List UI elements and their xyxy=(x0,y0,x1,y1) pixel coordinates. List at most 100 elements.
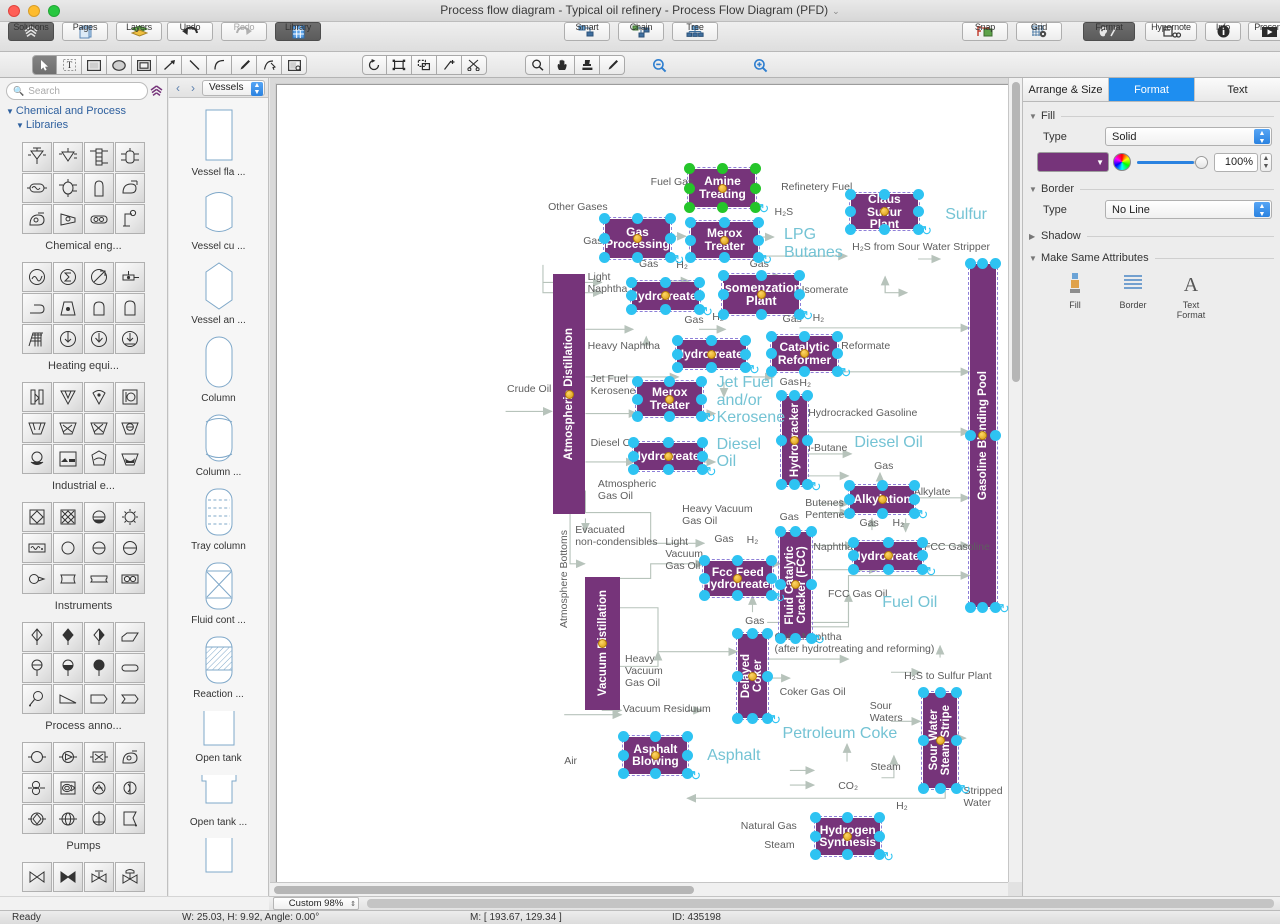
toolbar-pages-button[interactable]: Pages xyxy=(58,22,112,52)
stencil-icon-pentagon-unit[interactable] xyxy=(84,444,114,474)
selection-handle[interactable] xyxy=(682,750,693,761)
stencil-icon-pump-fan[interactable] xyxy=(84,773,114,803)
chevron-right-icon[interactable]: ▶ xyxy=(1029,232,1041,241)
diagram-page[interactable]: Amine Treating↻Gas Processing↻Merox Trea… xyxy=(276,84,1016,898)
stencil-icon-heater-down-1[interactable] xyxy=(53,324,83,354)
stencil-item-column-capped[interactable]: Column ... xyxy=(169,404,268,478)
toolbar-library-button[interactable]: Library xyxy=(271,22,325,52)
selection-handle[interactable] xyxy=(790,633,801,644)
node-anchor-icon[interactable] xyxy=(633,234,642,243)
stencil-icon-heater-arrow[interactable] xyxy=(84,262,114,292)
search-input[interactable]: 🔍 Search xyxy=(6,82,148,100)
zoom-level-select[interactable]: Custom 98% ⇕ xyxy=(273,897,359,910)
make-same-text-format-button[interactable]: A Text Format xyxy=(1169,272,1213,321)
stencil-grid[interactable] xyxy=(0,262,167,354)
stencil-icon-pump-spiral[interactable] xyxy=(53,773,83,803)
stencil-icon-pump-centrifugal[interactable] xyxy=(53,742,83,772)
fill-section-header[interactable]: ▼ Fill xyxy=(1023,108,1280,124)
selection-handle[interactable] xyxy=(694,290,705,301)
stencil-icon-instrument-double-circle[interactable] xyxy=(115,564,145,594)
utility-tools-group[interactable] xyxy=(525,55,625,75)
selection-handle[interactable] xyxy=(935,687,946,698)
tab-text[interactable]: Text xyxy=(1195,78,1280,101)
stencil-icon-heat-exchanger[interactable] xyxy=(22,173,52,203)
stencil-icon-valve-gate-filled[interactable] xyxy=(53,862,83,892)
stencil-item-open-tank[interactable]: Open tank xyxy=(169,700,268,764)
fill-type-select[interactable]: Solid ▲▼ xyxy=(1105,127,1272,146)
drawing-tools-group[interactable]: T xyxy=(32,55,307,75)
selection-handle[interactable] xyxy=(697,451,708,462)
rotate-handle-icon[interactable]: ↻ xyxy=(810,481,821,492)
stencil-icon-instrument-bowtie[interactable] xyxy=(53,564,83,594)
selection-handle[interactable] xyxy=(632,411,643,422)
stamp-tool-icon[interactable] xyxy=(575,55,600,75)
selection-handle[interactable] xyxy=(917,537,928,548)
stencil-icon-column[interactable] xyxy=(84,142,114,172)
toolbar-chain-button[interactable]: Chain xyxy=(614,22,668,52)
selection-handle[interactable] xyxy=(718,270,729,281)
selection-handle[interactable] xyxy=(599,233,610,244)
solutions-badge-icon[interactable] xyxy=(149,84,164,102)
stencil-icon-conveyor[interactable] xyxy=(53,444,83,474)
border-type-select[interactable]: No Line ▲▼ xyxy=(1105,200,1272,219)
selection-handle[interactable] xyxy=(802,435,813,446)
tab-format[interactable]: Format xyxy=(1109,78,1195,101)
selection-handle[interactable] xyxy=(685,235,696,246)
tab-arrange-and-size[interactable]: Arrange & Size xyxy=(1023,78,1109,101)
shape-hyperlink-tool-icon[interactable] xyxy=(282,55,307,75)
selection-handle[interactable] xyxy=(965,258,976,269)
sidebar-item-libraries[interactable]: ▼Libraries xyxy=(0,118,167,132)
stencil-grid[interactable] xyxy=(0,622,167,714)
selection-handle[interactable] xyxy=(732,671,743,682)
stencil-grid[interactable] xyxy=(0,742,167,834)
toolbar-redo-button[interactable]: Redo xyxy=(217,22,271,52)
stepper-icon[interactable]: ▲▼ xyxy=(251,82,263,96)
stencil-icon-anno-circle-line[interactable] xyxy=(22,653,52,683)
scrollbar-thumb[interactable] xyxy=(274,886,694,894)
title-chevron-icon[interactable]: ⌄ xyxy=(832,6,840,16)
pointer-tool-icon[interactable] xyxy=(32,55,57,75)
toolbar-solutions-button[interactable]: Solutions xyxy=(4,22,58,52)
selection-handle[interactable] xyxy=(717,202,728,213)
stencil-icon-cyclone[interactable] xyxy=(84,382,114,412)
rotate-handle-icon[interactable]: ↻ xyxy=(770,714,781,725)
scrollbar-thumb[interactable] xyxy=(1012,82,1020,382)
selection-handle[interactable] xyxy=(877,480,888,491)
stencil-icon-mill[interactable] xyxy=(22,444,52,474)
ungroup-tool-icon[interactable] xyxy=(412,55,437,75)
stencil-icon-instrument-sun[interactable] xyxy=(115,502,145,532)
selection-handle[interactable] xyxy=(879,224,890,235)
stencil-item-vessel-angled[interactable]: Vessel an ... xyxy=(169,252,268,326)
page-scroll-track[interactable] xyxy=(367,899,1274,908)
selection-handle[interactable] xyxy=(918,783,929,794)
stencil-icon-grid-heater[interactable] xyxy=(22,324,52,354)
stencil-icon-anno-magnifier[interactable] xyxy=(22,684,52,714)
stencil-icon-heater-wave[interactable] xyxy=(22,262,52,292)
selection-handle[interactable] xyxy=(794,270,805,281)
node-anchor-icon[interactable] xyxy=(878,495,887,504)
selection-handle[interactable] xyxy=(845,189,856,200)
stencil-icon-v-mixer[interactable] xyxy=(53,382,83,412)
curve-tool-icon[interactable] xyxy=(207,55,232,75)
stencil-icon-tank[interactable] xyxy=(84,173,114,203)
stencil-grid[interactable] xyxy=(0,862,167,892)
stencil-icon-valve-gate[interactable] xyxy=(22,862,52,892)
stencil-icon-anno-lozenge[interactable] xyxy=(115,622,145,652)
chevron-down-icon[interactable]: ▼ xyxy=(1029,112,1041,121)
selection-handle[interactable] xyxy=(618,750,629,761)
toolbar-smart-button[interactable]: Smart xyxy=(560,22,614,52)
node-anchor-icon[interactable] xyxy=(936,736,945,745)
node-anchor-icon[interactable] xyxy=(664,452,673,461)
diagram-node-vacdist[interactable]: Vacuum Distillation xyxy=(585,577,619,711)
selection-handle[interactable] xyxy=(918,735,929,746)
rotate-handle-icon[interactable]: ↻ xyxy=(999,603,1010,614)
stencil-grid[interactable] xyxy=(0,142,167,234)
rotate-tool-icon[interactable] xyxy=(362,55,387,75)
node-anchor-icon[interactable] xyxy=(748,672,757,681)
chevron-down-icon[interactable]: ▼ xyxy=(1029,185,1041,194)
make-same-section-header[interactable]: ▼ Make Same Attributes xyxy=(1023,250,1280,266)
selection-handle[interactable] xyxy=(699,573,710,584)
hand-tool-icon[interactable] xyxy=(550,55,575,75)
stencil-icon-hopper-circle[interactable] xyxy=(115,413,145,443)
stencil-icon-pump-vertical[interactable] xyxy=(84,804,114,834)
